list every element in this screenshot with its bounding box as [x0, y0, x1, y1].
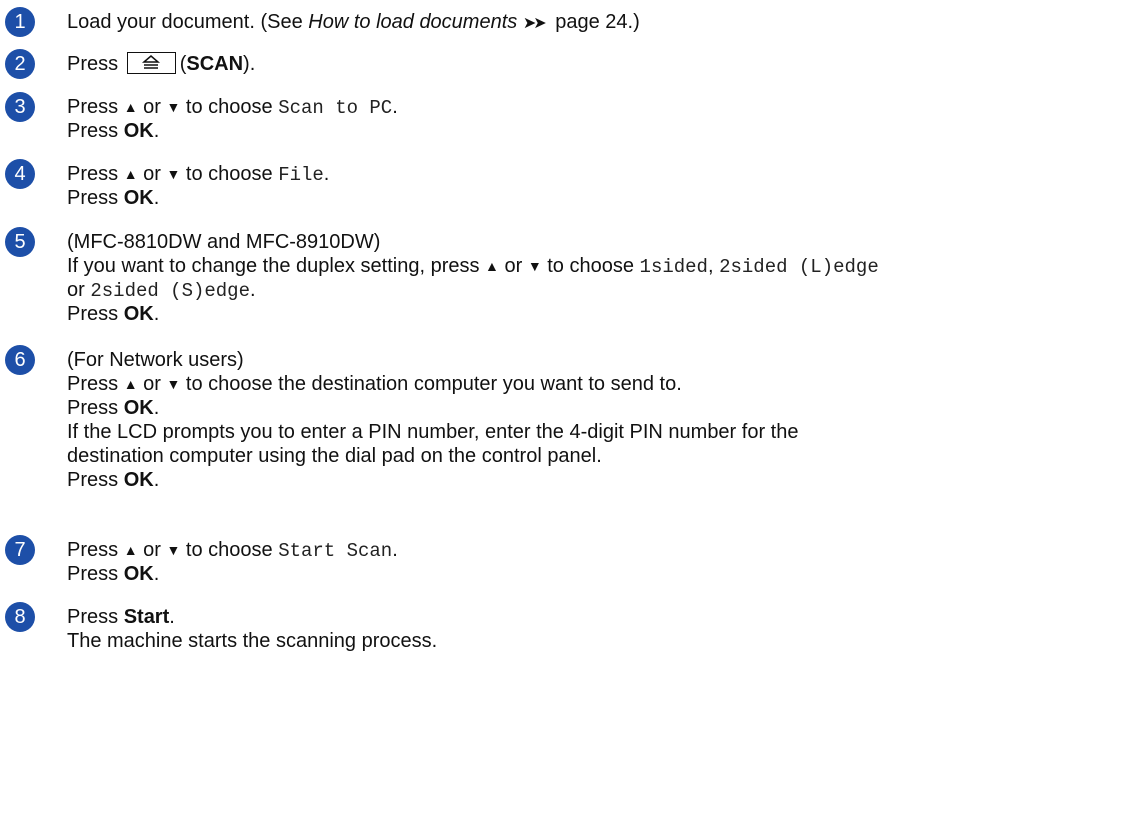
step-text: Press ▲ or ▼ to choose Scan to PC.: [67, 95, 1142, 119]
model-note: (MFC-8810DW and MFC-8910DW): [67, 231, 381, 253]
key-name: OK: [123, 397, 154, 419]
instruction-text: Press: [67, 96, 119, 118]
step-text: Press Start.: [67, 606, 175, 628]
instruction-text: Press: [67, 397, 119, 419]
key-name: OK: [123, 563, 154, 585]
step-number-badge: 3: [5, 92, 35, 122]
instruction-text: or: [67, 279, 85, 301]
punctuation: .: [250, 279, 256, 301]
up-triangle-icon: ▲: [123, 376, 138, 392]
step-number-badge: 1: [5, 7, 35, 37]
lcd-option: 1sided: [639, 256, 708, 278]
step-number-badge: 6: [5, 345, 35, 375]
step-number-badge: 8: [5, 602, 35, 632]
lcd-option: 2sided (L)edge: [719, 256, 879, 278]
user-note: (For Network users): [67, 349, 244, 371]
step-text: Press ▲ or ▼ to choose Start Scan.: [67, 538, 1142, 562]
punctuation: ).: [243, 53, 256, 75]
down-triangle-icon: ▼: [166, 376, 181, 392]
step-text: Press OK.: [67, 120, 160, 142]
key-name: OK: [123, 120, 154, 142]
cross-reference-link[interactable]: How to load documents: [308, 11, 517, 33]
down-triangle-icon: ▼: [166, 99, 181, 115]
up-triangle-icon: ▲: [123, 99, 138, 115]
instruction-text: If you want to change the duplex setting…: [67, 255, 480, 277]
key-name: SCAN: [186, 53, 244, 75]
instruction-text: Press: [67, 53, 119, 75]
step-text: or 2sided (S)edge.: [67, 278, 1142, 302]
step-text: Press OK.: [67, 397, 160, 419]
instruction-text: or: [143, 96, 161, 118]
pin-instruction: destination computer using the dial pad …: [67, 445, 602, 467]
step-text: Press OK.: [67, 187, 160, 209]
result-text: The machine starts the scanning process.: [67, 630, 438, 652]
instruction-text: Press: [67, 539, 119, 561]
down-triangle-icon: ▼: [527, 258, 542, 274]
key-name: OK: [123, 303, 154, 325]
instruction-text: Press: [67, 120, 119, 142]
instruction-text: to choose the destination computer you w…: [185, 373, 682, 395]
step-text: Press OK.: [67, 563, 160, 585]
lcd-option: Start Scan: [278, 540, 393, 562]
instruction-text: Press: [67, 563, 119, 585]
instruction-text: or: [143, 373, 161, 395]
pin-instruction: If the LCD prompts you to enter a PIN nu…: [67, 421, 799, 443]
instruction-text: or: [143, 163, 161, 185]
instruction-text: to choose: [547, 255, 634, 277]
instruction-text: Press: [67, 606, 119, 628]
step-text: Load your document. (See How to load doc…: [67, 10, 1142, 34]
punctuation: .: [392, 539, 398, 561]
lcd-option: File: [278, 164, 324, 186]
instruction-text: to choose: [185, 539, 273, 561]
up-triangle-icon: ▲: [123, 166, 138, 182]
punctuation: .: [323, 163, 330, 185]
step-text: If you want to change the duplex setting…: [67, 255, 879, 278]
page-reference: page 24.): [549, 11, 640, 33]
instruction-text: Press: [67, 187, 119, 209]
instruction-text: Press: [67, 163, 119, 185]
instruction-text: Load your document. (See: [67, 11, 309, 33]
down-triangle-icon: ▼: [166, 166, 181, 182]
key-name: Start: [123, 606, 170, 628]
scan-key-icon: [126, 52, 176, 74]
double-arrow-icon: ➤➤: [522, 15, 547, 32]
step-text: Press ▲ or ▼ to choose the destination c…: [67, 372, 1142, 396]
key-name: OK: [123, 187, 154, 209]
instruction-text: to choose: [185, 96, 273, 118]
instruction-text: Press: [67, 469, 119, 491]
step-text: Press OK.: [67, 303, 160, 325]
instruction-text: Press: [67, 303, 119, 325]
step-number-badge: 2: [5, 49, 35, 79]
step-text: Press (SCAN).: [67, 52, 1142, 76]
punctuation: .: [392, 96, 398, 118]
step-text: Press ▲ or ▼ to choose File.: [67, 162, 1142, 186]
lcd-option: 2sided (S)edge: [90, 280, 250, 302]
step-text: Press OK.: [67, 469, 160, 491]
step-number-badge: 5: [5, 227, 35, 257]
lcd-option: Scan to PC: [278, 97, 393, 119]
step-number-badge: 7: [5, 535, 35, 565]
instruction-text: Press: [67, 373, 119, 395]
up-triangle-icon: ▲: [123, 542, 138, 558]
instruction-text: or: [504, 255, 523, 277]
step-number-badge: 4: [5, 159, 35, 189]
instruction-text: to choose: [185, 163, 273, 185]
instruction-text: or: [143, 539, 161, 561]
up-triangle-icon: ▲: [485, 258, 499, 274]
down-triangle-icon: ▼: [166, 542, 181, 558]
key-name: OK: [123, 469, 154, 491]
